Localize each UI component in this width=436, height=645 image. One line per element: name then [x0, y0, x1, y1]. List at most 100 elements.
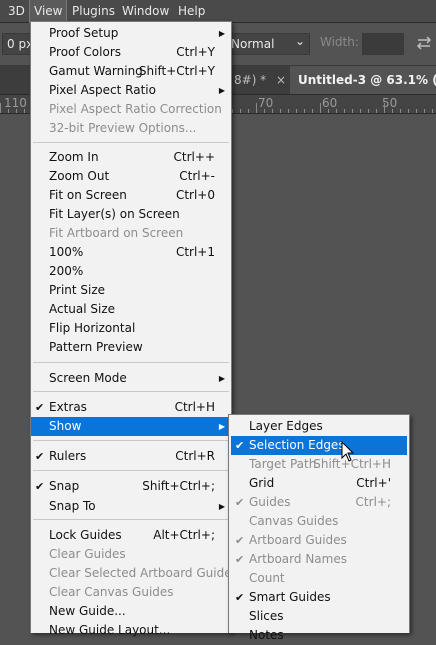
- view-menu-item-32-bit-preview-options[interactable]: 32-bit Preview Options...: [31, 119, 231, 138]
- ruler-tick: [424, 109, 425, 113]
- menu-3d[interactable]: 3D: [4, 0, 29, 22]
- menu-item-label: Clear Canvas Guides: [49, 585, 174, 599]
- checkmark-icon: ✔: [235, 591, 245, 604]
- view-menu-item-gamut-warning[interactable]: Gamut Warning Shift+Ctrl+Y: [31, 62, 231, 81]
- menu-item-label: Notes: [249, 628, 284, 642]
- view-menu-item-new-guide[interactable]: New Guide...: [31, 602, 231, 621]
- view-menu-item-fit-on-screen[interactable]: Fit on Screen Ctrl+0: [31, 186, 231, 205]
- menu-item-shortcut: Ctrl+': [356, 476, 391, 490]
- view-menu-item-print-size[interactable]: Print Size: [31, 281, 231, 300]
- view-menu-item-snap[interactable]: ✔ Snap Shift+Ctrl+;: [31, 477, 231, 496]
- view-menu-item-proof-setup[interactable]: Proof Setup ▶: [31, 24, 231, 43]
- show-menu-item-layer-edges[interactable]: Layer Edges: [231, 417, 407, 436]
- menu-item-label: Pixel Aspect Ratio: [49, 83, 156, 97]
- menu-item-label: Slices: [249, 609, 284, 623]
- view-menu-item-fit-artboard-on-screen[interactable]: Fit Artboard on Screen: [31, 224, 231, 243]
- menu-item-shortcut: Alt+Ctrl+;: [153, 528, 215, 542]
- ruler-tick: [232, 109, 233, 113]
- view-menu-item-new-guide-layout[interactable]: New Guide Layout...: [31, 621, 231, 640]
- menu-separator: [33, 142, 229, 143]
- view-menu-item-proof-colors[interactable]: Proof Colors Ctrl+Y: [31, 43, 231, 62]
- view-menu-item-rulers[interactable]: ✔ Rulers Ctrl+R: [31, 447, 231, 466]
- view-menu-item-fit-layer-s-on-screen[interactable]: Fit Layer(s) on Screen: [31, 205, 231, 224]
- menu-help[interactable]: Help: [174, 0, 209, 22]
- ruler-tick: [272, 109, 273, 113]
- view-menu-item-zoom-out[interactable]: Zoom Out Ctrl+-: [31, 167, 231, 186]
- menu-window[interactable]: Window: [118, 0, 173, 22]
- view-menu-item-extras[interactable]: ✔ Extras Ctrl+H: [31, 398, 231, 417]
- menu-item-label: Pattern Preview: [49, 340, 143, 354]
- checkmark-icon: ✔: [35, 480, 45, 493]
- ruler-tick: [328, 109, 329, 113]
- ruler-tick: [336, 109, 337, 113]
- show-menu-item-canvas-guides[interactable]: Canvas Guides: [231, 512, 407, 531]
- menu-separator: [33, 391, 229, 392]
- style-select[interactable]: Normal ⌄: [226, 33, 310, 55]
- menu-item-label: Extras: [49, 400, 87, 414]
- ruler-tick: [416, 109, 417, 113]
- menu-item-shortcut: Ctrl+R: [175, 449, 215, 463]
- view-menu-item-zoom-in[interactable]: Zoom In Ctrl++: [31, 148, 231, 167]
- menu-item-label: Artboard Names: [249, 552, 347, 566]
- view-menu-item-flip-horizontal[interactable]: Flip Horizontal: [31, 319, 231, 338]
- view-menu-item-lock-guides[interactable]: Lock Guides Alt+Ctrl+;: [31, 526, 231, 545]
- tab-untitled-3[interactable]: Untitled-3 @ 63.1% (G: [290, 66, 436, 94]
- view-menu-item-clear-canvas-guides[interactable]: Clear Canvas Guides: [31, 583, 231, 602]
- menu-item-label: Fit Layer(s) on Screen: [49, 207, 180, 221]
- menu-item-label: Selection Edges: [249, 438, 345, 452]
- swap-icon[interactable]: [414, 33, 434, 53]
- view-menu-item-pixel-aspect-ratio[interactable]: Pixel Aspect Ratio ▶: [31, 81, 231, 100]
- menu-item-label: Clear Guides: [49, 547, 126, 561]
- view-menu-item-200[interactable]: 200%: [31, 262, 231, 281]
- menu-item-label: Clear Selected Artboard Guides: [49, 566, 238, 580]
- ruler-tick: [408, 109, 409, 113]
- view-menu-item-pattern-preview[interactable]: Pattern Preview: [31, 338, 231, 357]
- checkmark-icon: ✔: [235, 553, 245, 566]
- checkmark-icon: ✔: [235, 496, 245, 509]
- menu-plugins[interactable]: Plugins: [68, 0, 119, 22]
- menu-item-label: Rulers: [49, 449, 87, 463]
- show-menu-item-grid[interactable]: Grid Ctrl+': [231, 474, 407, 493]
- ruler-tick: [0, 103, 1, 113]
- checkmark-icon: ✔: [235, 439, 245, 452]
- tab-previous-document[interactable]: 8#) * ×: [234, 66, 286, 94]
- menu-view[interactable]: View: [28, 0, 68, 23]
- ruler-tick: [320, 103, 321, 113]
- show-menu-item-smart-guides[interactable]: ✔ Smart Guides: [231, 588, 407, 607]
- show-menu-item-target-path[interactable]: Target Path Shift+Ctrl+H: [231, 455, 407, 474]
- submenu-arrow-icon: ▶: [218, 374, 225, 383]
- view-menu-item-clear-selected-artboard-guides[interactable]: Clear Selected Artboard Guides: [31, 564, 238, 583]
- view-menu: Proof Setup ▶ Proof Colors Ctrl+Y Gamut Warn…: [30, 21, 238, 637]
- ruler-tick: [432, 109, 433, 113]
- view-menu-item-show[interactable]: Show ▶: [31, 417, 231, 436]
- checkmark-icon: ✔: [235, 534, 245, 547]
- view-menu-item-screen-mode[interactable]: Screen Mode ▶: [31, 369, 231, 388]
- show-menu-item-selection-edges[interactable]: ✔ Selection Edges: [231, 436, 407, 455]
- show-menu-item-guides[interactable]: ✔ Guides Ctrl+;: [231, 493, 407, 512]
- style-select-value: Normal: [231, 37, 275, 51]
- ruler-tick: [16, 109, 17, 113]
- close-icon[interactable]: ×: [276, 73, 286, 87]
- show-menu-item-artboard-guides[interactable]: ✔ Artboard Guides: [231, 531, 407, 550]
- menu-separator: [33, 440, 229, 441]
- width-input[interactable]: [362, 33, 404, 55]
- ruler-tick: [8, 109, 9, 113]
- show-menu-item-count[interactable]: Count: [231, 569, 407, 588]
- view-menu-item-pixel-aspect-ratio-correction[interactable]: Pixel Aspect Ratio Correction: [31, 100, 231, 119]
- show-menu-item-slices[interactable]: Slices: [231, 607, 407, 626]
- menu-item-label: Smart Guides: [249, 590, 331, 604]
- ruler-tick: [376, 109, 377, 113]
- view-menu-item-clear-guides[interactable]: Clear Guides: [31, 545, 231, 564]
- ruler-tick: [360, 109, 361, 113]
- menu-item-label: Guides: [249, 495, 291, 509]
- show-menu-item-artboard-names[interactable]: ✔ Artboard Names: [231, 550, 407, 569]
- menu-item-label: Gamut Warning: [49, 64, 143, 78]
- view-menu-item-snap-to[interactable]: Snap To ▶: [31, 497, 231, 516]
- menu-item-label: Count: [249, 571, 285, 585]
- view-menu-item-actual-size[interactable]: Actual Size: [31, 300, 231, 319]
- menu-item-label: Screen Mode: [49, 371, 127, 385]
- show-menu-item-notes[interactable]: Notes: [231, 626, 407, 645]
- view-menu-item-100[interactable]: 100% Ctrl+1: [31, 243, 231, 262]
- menu-item-label: Fit on Screen: [49, 188, 127, 202]
- ruler-tick: [344, 109, 345, 113]
